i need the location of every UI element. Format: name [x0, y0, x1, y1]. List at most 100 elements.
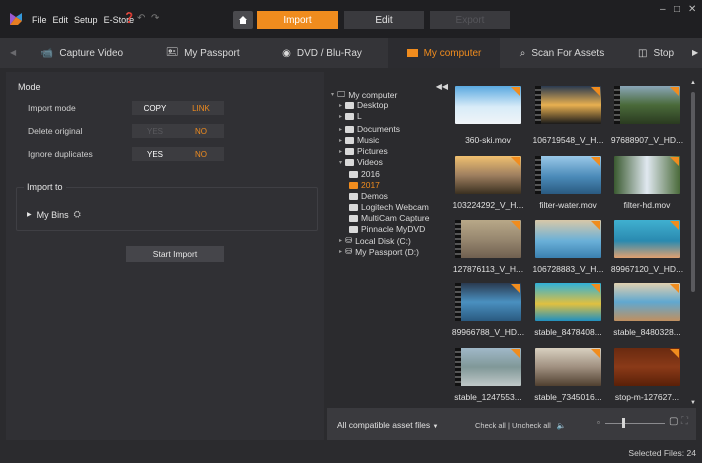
import-mode-button[interactable]: Import — [257, 11, 338, 29]
scroll-up-icon[interactable]: ▲ — [690, 80, 696, 86]
home-button[interactable] — [233, 11, 253, 29]
tree-node-pictures[interactable]: ▸ Pictures — [339, 146, 388, 156]
tab-my-passport[interactable]: 🖭 My Passport — [148, 38, 258, 68]
tab-capture-video[interactable]: 📹 Capture Video — [22, 38, 142, 68]
checked-icon[interactable] — [511, 284, 520, 293]
redo-icon[interactable]: ↷ — [151, 13, 159, 24]
scrollbar-thumb[interactable] — [691, 92, 695, 292]
ignore-no-option[interactable]: NO — [178, 147, 224, 161]
thumb-label: filter-water.mov — [539, 200, 597, 210]
grid-scrollbar[interactable]: ▲ ▼ — [690, 80, 696, 406]
tab-dvd-bluray[interactable]: ◉ DVD / Blu-Ray — [262, 38, 382, 68]
tree-node-multicam[interactable]: MultiCam Capture — [349, 213, 430, 223]
checked-icon[interactable] — [511, 349, 520, 358]
check-all-link[interactable]: Check all — [475, 421, 506, 430]
thumbnail[interactable] — [614, 348, 680, 386]
menu-edit[interactable]: Edit — [53, 15, 69, 25]
tree-node-demos[interactable]: Demos — [349, 191, 388, 201]
menu-setup[interactable]: Setup — [74, 15, 98, 25]
thumbnail[interactable] — [614, 86, 680, 124]
thumbnail[interactable] — [455, 283, 521, 321]
tree-node-l[interactable]: ▸ L — [339, 111, 362, 121]
filmstrip-icon — [455, 220, 461, 258]
tree-node-local-disk[interactable]: ▸ ⛁ Local Disk (C:) — [339, 235, 411, 246]
checked-icon[interactable] — [591, 284, 600, 293]
thumbnail[interactable] — [455, 86, 521, 124]
minimize-icon[interactable]: – — [660, 4, 666, 15]
uncheck-all-link[interactable]: Uncheck all — [512, 421, 551, 430]
file-filter-dropdown[interactable]: All compatible asset files ▼ — [337, 420, 438, 430]
checked-icon[interactable] — [591, 349, 600, 358]
ignore-yes-option[interactable]: YES — [132, 147, 178, 161]
thumbnail[interactable] — [535, 220, 601, 258]
maximize-icon[interactable]: □ — [674, 4, 680, 15]
help-icon[interactable]: ❓ — [123, 13, 135, 24]
link-option[interactable]: LINK — [178, 101, 224, 115]
delete-yes-option[interactable]: YES — [132, 124, 178, 138]
thumb-label: filter-hd.mov — [623, 200, 671, 210]
tree-node-2017[interactable]: 2017 — [349, 180, 380, 190]
checked-icon[interactable] — [591, 87, 600, 96]
thumbnail[interactable] — [535, 283, 601, 321]
copy-option[interactable]: COPY — [132, 101, 178, 115]
thumbnail[interactable] — [614, 156, 680, 194]
tree-node-my-passport[interactable]: ▸ ⛁ My Passport (D:) — [339, 246, 419, 257]
undo-icon[interactable]: ↶ — [137, 13, 145, 24]
thumbnail[interactable] — [455, 220, 521, 258]
tree-node-desktop[interactable]: ▸ Desktop — [339, 100, 388, 110]
checked-icon[interactable] — [511, 157, 520, 166]
source-tabs: ◀ 📹 Capture Video 🖭 My Passport ◉ DVD / … — [0, 38, 702, 68]
filmstrip-icon — [535, 156, 541, 194]
folder-icon — [345, 125, 355, 133]
menu-file[interactable]: File — [32, 15, 47, 25]
fullscreen-icon[interactable]: ⛶ — [681, 416, 688, 427]
checked-icon[interactable] — [591, 157, 600, 166]
tree-node-logitech[interactable]: Logitech Webcam — [349, 202, 429, 212]
folder-tree: ◀◀ ▾ 🖵 My computer ▸ Desktop ▸ L ▸ Docum… — [327, 72, 450, 406]
edit-mode-button[interactable]: Edit — [344, 11, 424, 29]
tab-stop-motion[interactable]: ◫ Stop — [624, 38, 688, 68]
checked-icon[interactable] — [670, 284, 679, 293]
status-bar: Selected Files: 24 — [0, 440, 702, 463]
tabs-scroll-left-icon[interactable]: ◀ — [10, 48, 16, 57]
tree-node-my-computer[interactable]: ▾ 🖵 My computer — [331, 89, 397, 100]
thumbnail[interactable] — [535, 86, 601, 124]
my-bins-item[interactable]: ▶ My Bins ⛭ — [27, 209, 81, 220]
delete-no-option[interactable]: NO — [178, 124, 224, 138]
thumbnail[interactable] — [614, 220, 680, 258]
large-thumbnail-icon: ▢ — [669, 416, 679, 427]
export-mode-button[interactable]: Export — [430, 11, 510, 29]
tree-node-pinnacle[interactable]: Pinnacle MyDVD — [349, 224, 425, 234]
import-options-panel: Mode Import mode COPY LINK Delete origin… — [6, 72, 324, 440]
close-icon[interactable]: ✕ — [688, 4, 696, 15]
thumbnail[interactable] — [455, 348, 521, 386]
start-import-button[interactable]: Start Import — [126, 246, 224, 262]
tab-my-computer[interactable]: My computer — [388, 38, 500, 68]
thumbnail[interactable] — [535, 156, 601, 194]
checked-icon[interactable] — [670, 157, 679, 166]
checked-icon[interactable] — [670, 349, 679, 358]
thumbnail[interactable] — [614, 283, 680, 321]
collapse-panel-icon[interactable]: ◀◀ — [436, 82, 448, 91]
checked-icon[interactable] — [511, 221, 520, 230]
tree-node-videos[interactable]: ▾ Videos — [339, 157, 383, 167]
checked-icon[interactable] — [511, 87, 520, 96]
slider-knob[interactable] — [622, 418, 625, 428]
import-to-group: Import to ▶ My Bins ⛭ — [16, 182, 318, 231]
thumbnail-size-slider[interactable] — [605, 423, 665, 424]
tree-node-documents[interactable]: ▸ Documents — [339, 124, 400, 134]
tabs-scroll-right-icon[interactable]: ▶ — [692, 48, 698, 57]
import-mode-toggle: COPY LINK — [132, 101, 224, 115]
tree-node-2016[interactable]: 2016 — [349, 169, 380, 179]
thumbnail[interactable] — [455, 156, 521, 194]
checked-icon[interactable] — [670, 221, 679, 230]
tab-scan-for-assets[interactable]: ⌕ Scan For Assets — [506, 38, 618, 68]
tree-node-music[interactable]: ▸ Music — [339, 135, 379, 145]
checked-icon[interactable] — [591, 221, 600, 230]
thumbnail[interactable] — [535, 348, 601, 386]
search-icon: ⌕ — [519, 47, 526, 59]
scroll-down-icon[interactable]: ▼ — [690, 400, 696, 406]
checked-icon[interactable] — [670, 87, 679, 96]
thumb-label: stable_7345016... — [534, 392, 602, 402]
speaker-icon[interactable]: 🔈 — [557, 421, 566, 430]
